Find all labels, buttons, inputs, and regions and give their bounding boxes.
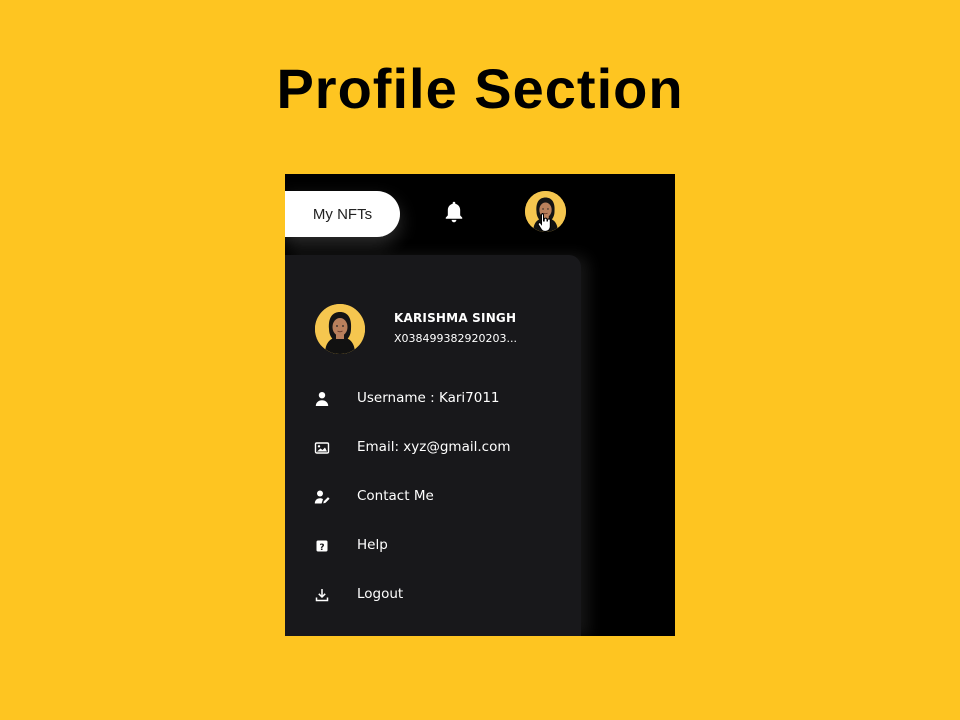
svg-text:?: ? xyxy=(319,543,324,553)
hand-cursor-icon xyxy=(537,212,553,232)
app-window: My NFTs KARISHMA SINGH X038499382920203.… xyxy=(285,174,675,636)
help-icon: ? xyxy=(314,538,330,554)
profile-menu: KARISHMA SINGH X038499382920203... Usern… xyxy=(285,255,581,636)
menu-item-label: Logout xyxy=(357,586,404,602)
menu-item-username[interactable]: Username : Kari7011 xyxy=(285,379,581,419)
profile-wallet-id: X038499382920203... xyxy=(394,332,518,345)
menu-item-logout[interactable]: Logout xyxy=(285,575,581,615)
menu-item-label: Username : Kari7011 xyxy=(357,390,500,406)
contact-icon xyxy=(314,489,330,505)
user-icon xyxy=(314,391,330,407)
menu-item-label: Help xyxy=(357,537,388,553)
menu-item-contact[interactable]: Contact Me xyxy=(285,477,581,517)
menu-item-help[interactable]: ? Help xyxy=(285,526,581,566)
menu-item-label: Contact Me xyxy=(357,488,434,504)
download-icon xyxy=(314,587,330,603)
bell-icon[interactable] xyxy=(441,199,467,225)
profile-name: KARISHMA SINGH xyxy=(394,311,517,325)
image-icon xyxy=(314,440,330,456)
menu-item-label: Email: xyz@gmail.com xyxy=(357,439,511,455)
my-nfts-button[interactable]: My NFTs xyxy=(285,191,400,237)
page-title: Profile Section xyxy=(276,57,684,120)
profile-avatar xyxy=(315,304,365,354)
menu-item-email[interactable]: Email: xyz@gmail.com xyxy=(285,428,581,468)
